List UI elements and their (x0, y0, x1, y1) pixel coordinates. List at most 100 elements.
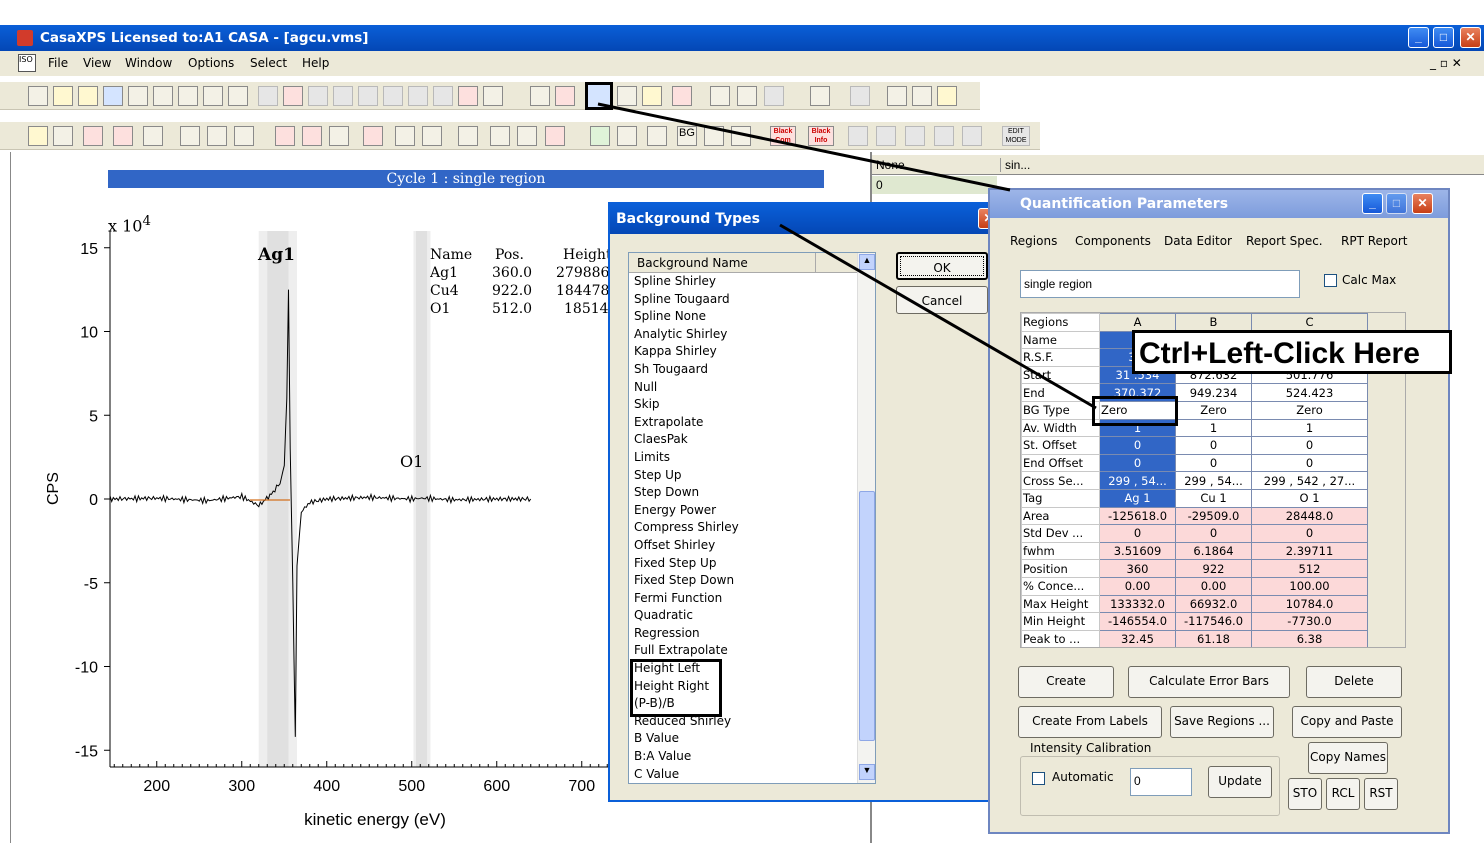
copy-names-button[interactable]: Copy Names (1308, 742, 1388, 774)
disabled-2-icon[interactable] (308, 86, 328, 106)
copy-3-icon[interactable] (178, 86, 198, 106)
bg-list-item[interactable]: Kappa Shirley (629, 343, 857, 361)
grid-cell[interactable]: 524.423 (1251, 383, 1368, 402)
right-panel-row[interactable]: 0 (872, 176, 997, 194)
fill-red-icon[interactable] (113, 126, 133, 146)
bg-list-item[interactable]: Fixed Step Down (629, 572, 857, 590)
lib-icon[interactable] (672, 86, 692, 106)
peak-region-shade[interactable] (267, 231, 289, 767)
up-chevron-icon[interactable] (395, 126, 415, 146)
disabled-7-icon[interactable] (433, 86, 453, 106)
open-icon[interactable] (53, 86, 73, 106)
black-info-icon[interactable]: Black Info (808, 126, 834, 146)
bg-list-item[interactable]: Regression (629, 625, 857, 643)
create-from-labels-button[interactable]: Create From Labels (1018, 706, 1162, 738)
bg-list-item[interactable]: B:A Value (629, 748, 857, 766)
swap-icon[interactable] (517, 126, 537, 146)
calc-error-bars-button[interactable]: Calculate Error Bars (1128, 666, 1290, 698)
grid-cell[interactable]: 0 (1175, 524, 1252, 543)
page-icon[interactable] (228, 86, 248, 106)
menu-options[interactable]: Options (188, 56, 234, 70)
peak-3-icon[interactable] (363, 126, 383, 146)
mdi-controls[interactable]: _ ▫ ✕ (1430, 56, 1462, 70)
an-icon[interactable] (731, 126, 751, 146)
tab-rpt-report[interactable]: RPT Report (1341, 234, 1408, 248)
grid-cell[interactable]: 3.51609 (1099, 541, 1176, 561)
tab-regions[interactable]: Regions (1010, 234, 1057, 248)
grid-cell[interactable]: 360 (1099, 559, 1176, 578)
rst-button[interactable]: RST (1364, 778, 1398, 810)
bg-list-item[interactable]: C Value (629, 766, 857, 783)
bg-icon[interactable]: BG (677, 126, 697, 146)
grid-cell[interactable]: 2.39711 (1251, 541, 1368, 561)
grid-cell[interactable]: 0 (1099, 436, 1176, 455)
arrow-icon[interactable] (617, 86, 637, 106)
menu-help[interactable]: Help (302, 56, 329, 70)
grid-cell[interactable]: 0.00 (1099, 576, 1176, 596)
grid-cell[interactable]: 66932.0 (1175, 594, 1252, 614)
disabled-6-icon[interactable] (408, 86, 428, 106)
grid-cell[interactable]: 32.45 (1099, 629, 1176, 647)
grid-cell[interactable]: 0 (1251, 524, 1368, 543)
bg-sub-icon[interactable] (704, 126, 724, 146)
tab-components[interactable]: Components (1075, 234, 1151, 248)
teal-box-icon[interactable] (590, 126, 610, 146)
scroll-down-icon[interactable]: ▼ (859, 764, 875, 780)
bg-list-item[interactable]: Spline Shirley (629, 273, 857, 291)
cps-icon[interactable] (490, 126, 510, 146)
disabled-1-icon[interactable] (258, 86, 278, 106)
save-regions-button[interactable]: Save Regions ... (1170, 706, 1274, 738)
be-ke-icon[interactable] (458, 126, 478, 146)
region-name-input[interactable]: single region (1020, 270, 1300, 298)
grid-cell[interactable]: 100.00 (1251, 576, 1368, 596)
intensity-input[interactable]: 0 (1130, 768, 1192, 796)
bg-list-item[interactable]: Spline Tougaard (629, 291, 857, 309)
grid-cell[interactable]: 6.1864 (1175, 541, 1252, 561)
grid-cell[interactable]: -125618.0 (1099, 506, 1176, 526)
disabled-5-icon[interactable] (383, 86, 403, 106)
disabled-3-icon[interactable] (333, 86, 353, 106)
tile-2-icon[interactable] (737, 86, 757, 106)
copy-and-paste-button[interactable]: Copy and Paste (1292, 706, 1402, 738)
col-none[interactable]: None (876, 158, 905, 172)
edit-mode-icon[interactable]: EDIT MODE (1002, 126, 1030, 146)
grid-cell[interactable]: 922 (1175, 559, 1252, 578)
quantify-icon[interactable] (585, 82, 613, 110)
grid-cell[interactable]: 1 (1175, 418, 1252, 438)
region-icon[interactable] (28, 126, 48, 146)
col-single[interactable]: sin... (1000, 158, 1030, 172)
window-icon[interactable] (530, 86, 550, 106)
grid-cell[interactable]: 6.38 (1251, 629, 1368, 647)
rcl-button[interactable]: RCL (1326, 778, 1360, 810)
grid-cell[interactable]: 512 (1251, 559, 1368, 578)
create-button[interactable]: Create (1018, 666, 1114, 698)
exp-var-2-icon[interactable] (876, 126, 896, 146)
bg-list-item[interactable]: Sh Tougaard (629, 361, 857, 379)
bg-list-item[interactable]: Step Down (629, 484, 857, 502)
copy-icon[interactable] (128, 86, 148, 106)
help-icon[interactable] (937, 86, 957, 106)
bg-list-item[interactable]: B Value (629, 730, 857, 748)
align-right-icon[interactable] (180, 126, 200, 146)
grid-header[interactable]: B (1175, 313, 1252, 332)
bg-list-item[interactable]: Spline None (629, 308, 857, 326)
grid-cell[interactable]: 299 , 542 , 27... (1251, 471, 1368, 490)
grid-cell[interactable]: Zero (1251, 400, 1368, 420)
bg-list-item[interactable]: Quadratic (629, 607, 857, 625)
save-icon[interactable] (103, 86, 123, 106)
el-tr-icon[interactable] (905, 126, 925, 146)
down-chevron-icon[interactable] (422, 126, 442, 146)
grid-header[interactable]: C (1251, 313, 1368, 332)
quant-maximize-button[interactable]: □ (1386, 193, 1407, 214)
grid-cell[interactable]: 0 (1099, 453, 1176, 473)
black-com-icon[interactable]: Black Com (770, 126, 796, 146)
bg-list-item[interactable]: Full Extrapolate (629, 642, 857, 660)
lr-arrow-icon[interactable] (329, 126, 349, 146)
grid-cell[interactable]: 0 (1175, 436, 1252, 455)
disabled-8-icon[interactable] (850, 86, 870, 106)
grid-cell[interactable]: -7730.0 (1251, 612, 1368, 631)
grid-cell[interactable]: Ag 1 (1099, 488, 1176, 508)
pencil-icon[interactable] (642, 86, 662, 106)
menu-view[interactable]: View (83, 56, 111, 70)
expand-icon[interactable] (234, 126, 254, 146)
